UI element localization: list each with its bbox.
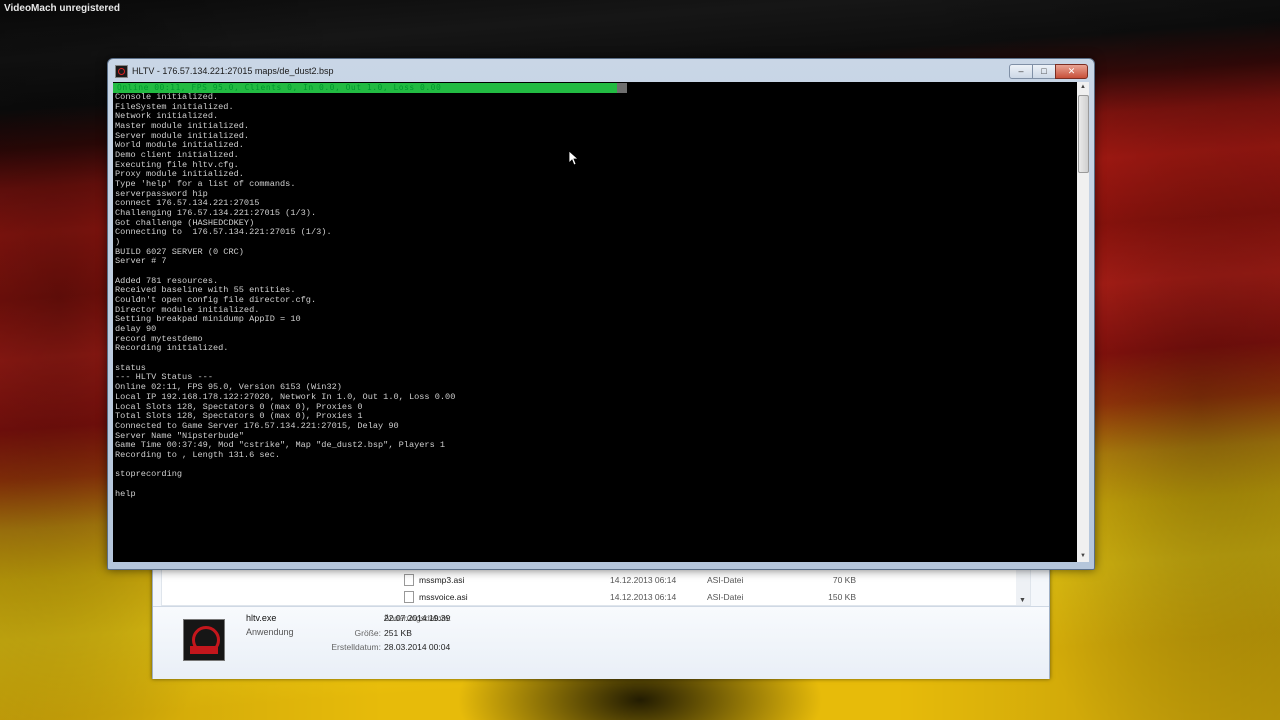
file-row[interactable]: mssvoice.asi 14.12.2013 06:14 ASI-Datei … <box>162 588 1022 605</box>
file-list: mssmp3.asi 14.12.2013 06:14 ASI-Datei 70… <box>161 568 1031 606</box>
details-file-name: hltv.exe <box>246 613 277 623</box>
file-icon <box>404 591 414 603</box>
details-created-value: 28.03.2014 00:04 <box>384 642 451 652</box>
file-type: ASI-Datei <box>707 592 744 602</box>
details-size-value: 251 KB <box>384 628 412 638</box>
console-scrollbar[interactable]: ▲ ▼ <box>1077 82 1089 562</box>
details-pane: hltv.exe Anwendung Änderungsdatum: 22.07… <box>153 606 1049 679</box>
file-name: mssmp3.asi <box>419 575 465 585</box>
hltv-console-window: HLTV - 176.57.134.221:27015 maps/de_dust… <box>107 58 1095 570</box>
console-line: Setting breakpad minidump AppID = 10 <box>115 314 301 325</box>
details-created-label: Erstelldatum: <box>331 642 381 652</box>
scroll-down-arrow-icon[interactable]: ▼ <box>1077 551 1089 562</box>
hltv-window-icon[interactable] <box>115 65 128 78</box>
window-title: HLTV - 176.57.134.221:27015 maps/de_dust… <box>132 66 334 76</box>
console-line: help <box>115 488 136 499</box>
file-date: 14.12.2013 06:14 <box>610 575 677 585</box>
file-size: 70 KB <box>832 575 856 585</box>
file-name: mssvoice.asi <box>419 592 468 602</box>
maximize-button[interactable]: □ <box>1032 64 1056 79</box>
file-size: 150 KB <box>828 592 856 602</box>
console-line: Server # 7 <box>115 256 167 267</box>
file-date: 14.12.2013 06:14 <box>610 592 677 602</box>
console-output[interactable]: Online 00:11, FPS 95.0, Clients 0, In 0.… <box>113 82 1077 562</box>
explorer-window: mssmp3.asi 14.12.2013 06:14 ASI-Datei 70… <box>152 565 1050 679</box>
hltv-app-icon <box>183 619 225 661</box>
minimize-button[interactable]: – <box>1009 64 1033 79</box>
file-row[interactable]: mssmp3.asi 14.12.2013 06:14 ASI-Datei 70… <box>162 571 1022 588</box>
details-modified-value: 22.07.2014 19:39 <box>384 613 451 623</box>
watermark-text: VideoMach unregistered <box>4 3 120 14</box>
file-list-scrollbar[interactable]: ▼ <box>1016 569 1030 605</box>
console-line: Recording to , Length 131.6 sec. <box>115 449 281 460</box>
file-type: ASI-Datei <box>707 575 744 585</box>
console-line: stoprecording <box>115 469 183 480</box>
console-line: Recording initialized. <box>115 343 229 354</box>
scroll-down-arrow-icon[interactable]: ▼ <box>1019 597 1026 604</box>
console-lines: Console initialized. FileSystem initializ… <box>115 92 455 499</box>
scroll-up-arrow-icon[interactable]: ▲ <box>1077 82 1089 93</box>
window-titlebar[interactable]: HLTV - 176.57.134.221:27015 maps/de_dust… <box>108 59 1094 81</box>
console-line: Connecting to 176.57.134.221:27015 (1/3)… <box>115 227 332 238</box>
scrollbar-thumb[interactable] <box>1078 95 1089 173</box>
close-button[interactable]: ✕ <box>1055 64 1088 79</box>
details-size-label: Größe: <box>354 628 381 638</box>
file-icon <box>404 574 414 586</box>
